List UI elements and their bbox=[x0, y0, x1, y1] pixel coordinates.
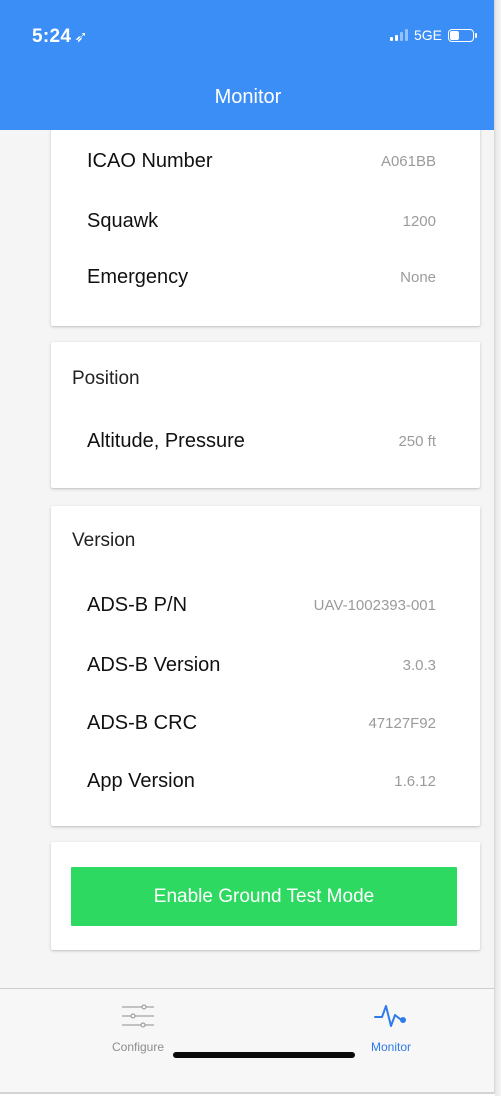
altitude-value: 250 ft bbox=[398, 433, 436, 450]
app-version-label: App Version bbox=[87, 770, 195, 792]
tab-configure[interactable]: Configure bbox=[78, 1003, 198, 1054]
monitor-content[interactable]: ICAO Number A061BB Squawk 1200 Emergency… bbox=[0, 130, 494, 988]
adsb-crc-row: ADS-B CRC 47127F92 bbox=[51, 704, 480, 744]
adsb-pn-row: ADS-B P/N UAV-1002393-001 bbox=[51, 586, 480, 626]
app-version-value: 1.6.12 bbox=[394, 773, 436, 790]
altitude-label: Altitude, Pressure bbox=[87, 430, 245, 452]
network-label: 5GE bbox=[413, 27, 442, 43]
adsb-crc-label: ADS-B CRC bbox=[87, 712, 198, 734]
altitude-row: Altitude, Pressure 250 ft bbox=[51, 422, 480, 462]
squawk-label: Squawk bbox=[87, 210, 159, 232]
header-bar: 5:24 ➶ 5GE Monitor bbox=[0, 0, 494, 130]
adsb-pn-value: UAV-1002393-001 bbox=[313, 597, 436, 614]
tab-bar: Configure Monitor bbox=[0, 988, 494, 1092]
emergency-row: Emergency None bbox=[51, 258, 480, 298]
page-title: Monitor bbox=[214, 86, 282, 108]
home-indicator[interactable] bbox=[173, 1052, 355, 1058]
identity-card: ICAO Number A061BB Squawk 1200 Emergency… bbox=[51, 130, 480, 326]
adsb-crc-value: 47127F92 bbox=[368, 715, 436, 732]
enable-ground-test-button[interactable]: Enable Ground Test Mode bbox=[71, 867, 457, 926]
version-title: Version bbox=[72, 530, 136, 551]
squawk-row: Squawk 1200 bbox=[51, 202, 480, 242]
adsb-version-label: ADS-B Version bbox=[87, 654, 221, 676]
emergency-label: Emergency bbox=[87, 266, 189, 288]
position-card: Position Altitude, Pressure 250 ft bbox=[51, 342, 480, 488]
status-time: 5:24 ➶ bbox=[32, 26, 88, 48]
adsb-pn-label: ADS-B P/N bbox=[87, 594, 188, 616]
location-icon: ➶ bbox=[74, 29, 88, 46]
phone-screen: 5:24 ➶ 5GE Monitor ICAO Number A061BB Squ… bbox=[0, 0, 496, 1094]
icao-value: A061BB bbox=[380, 153, 436, 170]
position-title: Position bbox=[72, 368, 140, 389]
signal-icon bbox=[389, 29, 408, 41]
icao-row: ICAO Number A061BB bbox=[51, 142, 480, 182]
app-version-row: App Version 1.6.12 bbox=[51, 762, 480, 802]
battery-icon bbox=[448, 28, 477, 42]
squawk-value: 1200 bbox=[402, 213, 436, 230]
emergency-value: None bbox=[400, 269, 436, 286]
version-card: Version ADS-B P/N UAV-1002393-001 ADS-B … bbox=[51, 506, 480, 826]
pulse-icon bbox=[374, 1005, 406, 1027]
adsb-version-value: 3.0.3 bbox=[402, 657, 436, 674]
tab-monitor[interactable]: Monitor bbox=[331, 1003, 451, 1054]
actions-card: Enable Ground Test Mode bbox=[51, 842, 480, 950]
sliders-icon bbox=[122, 1004, 154, 1028]
status-time-text: 5:24 bbox=[32, 26, 72, 47]
icao-label: ICAO Number bbox=[87, 150, 213, 172]
status-indicators: 5GE bbox=[389, 27, 477, 43]
adsb-version-row: ADS-B Version 3.0.3 bbox=[51, 646, 480, 686]
